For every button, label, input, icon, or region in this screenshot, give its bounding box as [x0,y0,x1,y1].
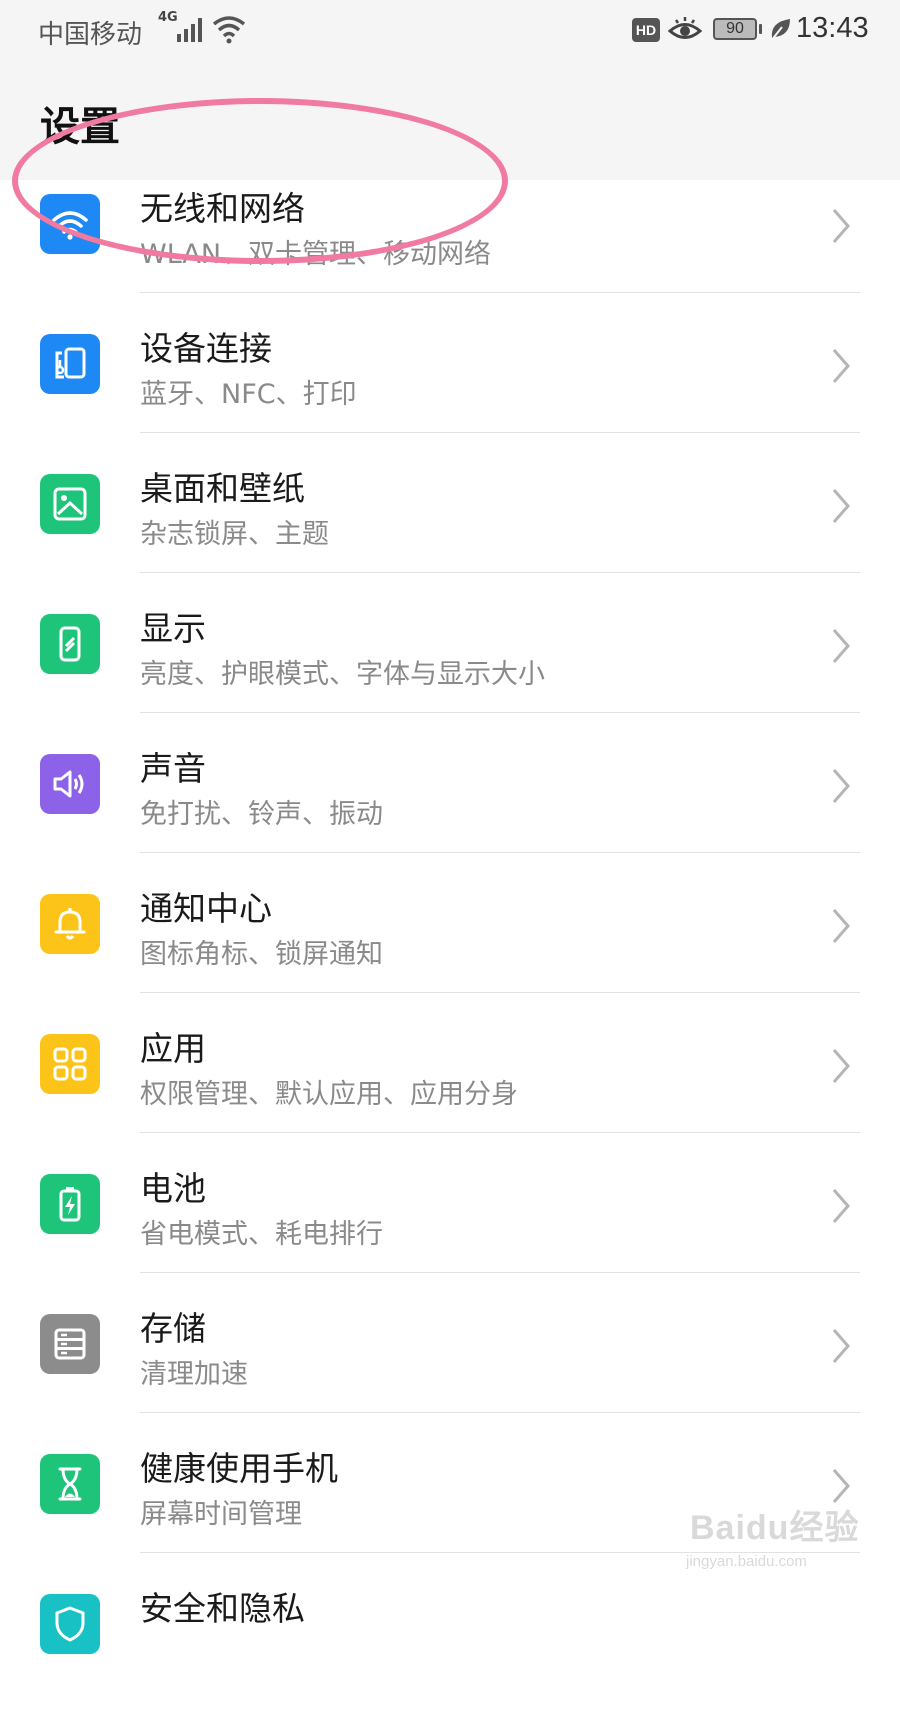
settings-item-subtitle: 权限管理、默认应用、应用分身 [140,1079,518,1110]
settings-item-subtitle: 杂志锁屏、主题 [140,519,329,550]
settings-item-subtitle: 图标角标、锁屏通知 [140,939,383,970]
settings-item-battery[interactable]: 电池 省电模式、耗电排行 [0,1160,900,1300]
settings-item-desktop-wallpaper[interactable]: 桌面和壁纸 杂志锁屏、主题 [0,460,900,600]
network-type: 4G [158,10,178,25]
chevron-right-icon [832,1329,850,1363]
settings-item-subtitle: 省电模式、耗电排行 [140,1219,383,1250]
divider [140,292,860,293]
battery-tip [759,24,762,34]
settings-item-title: 设备连接 [140,329,272,368]
status-bar: 中国移动 4G HD 90 13:43 [0,0,900,62]
settings-item-subtitle: 亮度、护眼模式、字体与显示大小 [140,659,545,690]
settings-item-subtitle: 免打扰、铃声、振动 [140,799,383,830]
settings-item-title: 显示 [140,609,206,648]
chevron-right-icon [832,1189,850,1223]
divider [140,1412,860,1413]
settings-item-subtitle: 屏幕时间管理 [140,1499,302,1530]
bell-icon [40,894,100,954]
settings-item-title: 存储 [140,1309,206,1348]
eye-comfort-icon [668,17,702,39]
leaf-icon [770,19,790,42]
settings-list: 无线和网络 WLAN、双卡管理、移动网络 设备连接 蓝牙、NFC、打印 桌面和壁… [0,180,900,1720]
settings-item-notification-center[interactable]: 通知中心 图标角标、锁屏通知 [0,880,900,1020]
storage-icon [40,1314,100,1374]
settings-item-device-connection[interactable]: 设备连接 蓝牙、NFC、打印 [0,320,900,460]
settings-item-display[interactable]: 显示 亮度、护眼模式、字体与显示大小 [0,600,900,740]
wifi-status-icon [212,16,246,44]
divider [140,432,860,433]
chevron-right-icon [832,909,850,943]
settings-item-subtitle: 蓝牙、NFC、打印 [140,379,357,410]
divider [140,1132,860,1133]
sound-icon [40,754,100,814]
security-icon [40,1594,100,1654]
page-title: 设置 [40,104,120,150]
settings-item-title: 通知中心 [140,889,272,928]
chevron-right-icon [832,629,850,663]
divider [140,572,860,573]
settings-item-title: 健康使用手机 [140,1449,338,1488]
wallpaper-icon [40,474,100,534]
battery-indicator: 90 [713,18,757,40]
settings-item-wireless-network[interactable]: 无线和网络 WLAN、双卡管理、移动网络 [0,180,900,320]
divider [140,1552,860,1553]
hd-badge: HD [632,18,660,42]
battery-icon [40,1174,100,1234]
chevron-right-icon [832,489,850,523]
device-connection-icon [40,334,100,394]
settings-item-title: 无线和网络 [140,189,305,228]
settings-item-subtitle: 清理加速 [140,1359,248,1390]
settings-item-subtitle: WLAN、双卡管理、移动网络 [140,239,492,270]
hourglass-icon [40,1454,100,1514]
settings-item-title: 桌面和壁纸 [140,469,305,508]
page-header: 设置 [0,62,900,180]
settings-item-storage[interactable]: 存储 清理加速 [0,1300,900,1440]
settings-item-title: 应用 [140,1029,206,1068]
chevron-right-icon [832,349,850,383]
apps-icon [40,1034,100,1094]
divider [140,852,860,853]
status-time: 13:43 [796,12,869,44]
settings-item-title: 安全和隐私 [140,1589,305,1628]
settings-item-digital-balance[interactable]: 健康使用手机 屏幕时间管理 [0,1440,900,1580]
settings-item-apps[interactable]: 应用 权限管理、默认应用、应用分身 [0,1020,900,1160]
carrier-name: 中国移动 [38,20,143,50]
signal-icon [177,18,202,42]
chevron-right-icon [832,769,850,803]
divider [140,1272,860,1273]
divider [140,712,860,713]
settings-item-security-privacy[interactable]: 安全和隐私 [0,1580,900,1720]
settings-item-sound[interactable]: 声音 免打扰、铃声、振动 [0,740,900,880]
wifi-icon [40,194,100,254]
settings-item-title: 声音 [140,749,206,788]
display-icon [40,614,100,674]
settings-item-title: 电池 [140,1169,206,1208]
divider [140,992,860,993]
chevron-right-icon [832,1469,850,1503]
chevron-right-icon [832,209,850,243]
chevron-right-icon [832,1049,850,1083]
